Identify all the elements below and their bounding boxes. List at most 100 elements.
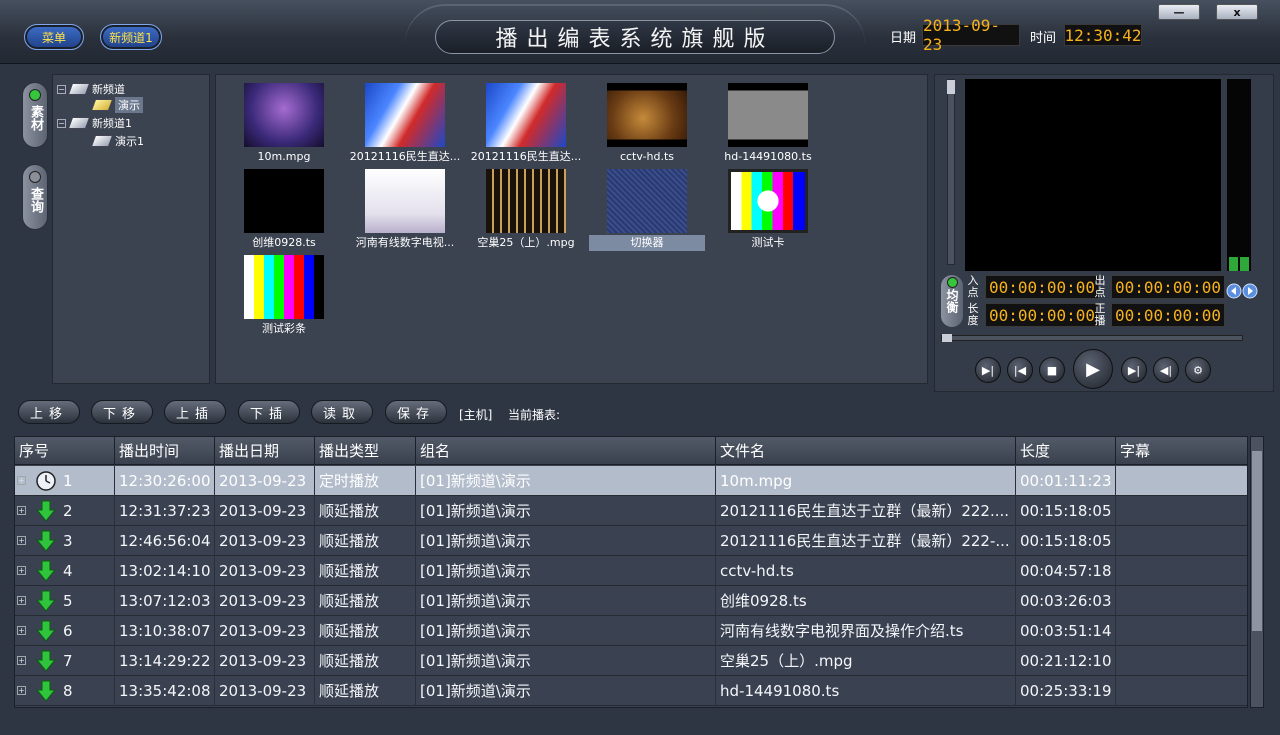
close-button[interactable]: x xyxy=(1216,4,1258,20)
collapse-icon[interactable]: − xyxy=(57,118,66,128)
tree-node-label: 演示 xyxy=(115,97,143,113)
cell-time: 12:30:26:00 xyxy=(115,466,215,496)
video-preview xyxy=(965,79,1221,271)
tree-node-demo1[interactable]: 演示1 xyxy=(90,133,144,149)
table-row[interactable]: +1 12:30:26:00 2013-09-23 定时播放 [01]新频道\演示 10m… xyxy=(15,466,1247,496)
column-header[interactable]: 文件名 xyxy=(716,437,1016,465)
cell-time: 12:46:56:04 xyxy=(115,526,215,556)
collapse-icon[interactable]: − xyxy=(57,84,66,94)
date-label: 日期 xyxy=(890,31,917,46)
row-number: 6 xyxy=(63,622,73,640)
cell-subtitle xyxy=(1116,616,1247,646)
scrollbar-thumb[interactable] xyxy=(1252,451,1262,631)
column-header[interactable]: 序号 xyxy=(15,437,115,465)
media-label: 测试卡 xyxy=(751,236,785,249)
read-button[interactable]: 读取 xyxy=(311,400,373,424)
tab-query[interactable]: 查询 xyxy=(22,164,48,230)
video-thumbnail xyxy=(486,169,566,233)
media-item[interactable]: hd-14491080.ts xyxy=(710,75,826,163)
playing-timecode: 00:00:00:00 xyxy=(1111,303,1225,327)
table-scrollbar[interactable] xyxy=(1250,436,1264,708)
set-in-button[interactable]: ▶| xyxy=(1121,357,1147,383)
settings-button[interactable]: ⚙ xyxy=(1185,357,1211,383)
audio-channel-icon[interactable] xyxy=(1225,283,1261,299)
tree-node-channel1[interactable]: − 新频道1 xyxy=(57,115,132,131)
media-item[interactable]: 测试彩条 xyxy=(226,247,342,335)
media-item[interactable]: 20121116民生直达... xyxy=(347,75,463,163)
seek-slider[interactable] xyxy=(941,334,1243,342)
set-out-button[interactable]: ◀| xyxy=(1153,357,1179,383)
cell-time: 13:07:12:03 xyxy=(115,586,215,616)
column-header[interactable]: 播出日期 xyxy=(215,437,315,465)
media-item[interactable]: 20121116民生直达... xyxy=(468,75,584,163)
cell-type: 顺延播放 xyxy=(315,496,416,526)
slider-knob[interactable] xyxy=(942,334,952,342)
cell-number: +2 xyxy=(15,496,115,526)
table-row[interactable]: +6 13:10:38:07 2013-09-23 顺延播放 [01]新频道\演示 河南有… xyxy=(15,616,1247,646)
column-header[interactable]: 长度 xyxy=(1016,437,1116,465)
mark-in-icon: ▶| xyxy=(1127,363,1141,377)
volume-slider[interactable] xyxy=(947,79,955,265)
expand-icon[interactable]: + xyxy=(17,656,26,665)
stop-button[interactable]: ■ xyxy=(1039,357,1065,383)
minimize-button[interactable]: — xyxy=(1158,4,1200,20)
table-row[interactable]: +5 13:07:12:03 2013-09-23 顺延播放 [01]新频道\演示 创维0… xyxy=(15,586,1247,616)
media-item[interactable]: 测试卡 xyxy=(710,161,826,249)
expand-icon[interactable]: + xyxy=(17,536,26,545)
tree-node-channel[interactable]: − 新频道 xyxy=(57,81,125,97)
save-button[interactable]: 保存 xyxy=(385,400,447,424)
media-item[interactable]: 创维0928.ts xyxy=(226,161,342,249)
column-header[interactable]: 字幕 xyxy=(1116,437,1247,465)
cell-file: 10m.mpg xyxy=(716,466,1016,496)
play-button[interactable]: ▶ xyxy=(1073,349,1113,389)
table-row[interactable]: +2 12:31:37:23 2013-09-23 顺延播放 [01]新频道\演示 201… xyxy=(15,496,1247,526)
disk-icon xyxy=(67,117,91,129)
balance-button[interactable]: 均衡 xyxy=(941,275,963,327)
slider-knob[interactable] xyxy=(947,80,955,94)
media-item[interactable]: 10m.mpg xyxy=(226,75,342,163)
next-frame-button[interactable]: ▶| xyxy=(975,357,1001,383)
media-item[interactable]: 切换器 xyxy=(589,161,705,251)
video-thumbnail xyxy=(607,83,687,147)
preview-panel: 均衡 入点 00:00:00:00 出点 00:00:00:00 长度 00:0… xyxy=(934,74,1274,392)
balance-label: 均衡 xyxy=(945,289,959,313)
table-row[interactable]: +3 12:46:56:04 2013-09-23 顺延播放 [01]新频道\演示 201… xyxy=(15,526,1247,556)
expand-icon[interactable]: + xyxy=(17,566,26,575)
expand-icon[interactable]: + xyxy=(17,686,26,695)
status-dot-icon xyxy=(946,277,958,288)
tree-node-demo[interactable]: 演示 xyxy=(90,97,143,113)
insert-below-button[interactable]: 下插 xyxy=(238,400,300,424)
video-thumbnail xyxy=(244,83,324,147)
video-thumbnail xyxy=(607,169,687,233)
table-row[interactable]: +7 13:14:29:22 2013-09-23 顺延播放 [01]新频道\演示 空巢2… xyxy=(15,646,1247,676)
media-label: 切换器 xyxy=(589,235,705,251)
insert-above-button[interactable]: 上插 xyxy=(164,400,226,424)
expand-icon[interactable]: + xyxy=(17,626,26,635)
cell-time: 13:35:42:08 xyxy=(115,676,215,706)
column-header[interactable]: 播出类型 xyxy=(315,437,416,465)
menu-button[interactable]: 菜单 xyxy=(24,24,84,50)
tab-material[interactable]: 素材 xyxy=(22,82,48,148)
table-row[interactable]: +8 13:35:42:08 2013-09-23 顺延播放 [01]新频道\演示 hd-… xyxy=(15,676,1247,706)
table-row[interactable]: +4 13:02:14:10 2013-09-23 顺延播放 [01]新频道\演示 cct… xyxy=(15,556,1247,586)
expand-icon[interactable]: + xyxy=(17,476,26,485)
column-header[interactable]: 播出时间 xyxy=(115,437,215,465)
expand-icon[interactable]: + xyxy=(17,506,26,515)
out-point-timecode: 00:00:00:00 xyxy=(1111,275,1225,299)
prev-button[interactable]: |◀ xyxy=(1007,357,1033,383)
video-thumbnail xyxy=(365,169,445,233)
cell-group: [01]新频道\演示 xyxy=(416,556,716,586)
media-item[interactable]: cctv-hd.ts xyxy=(589,75,705,163)
cell-date: 2013-09-23 xyxy=(215,676,315,706)
cell-number: +4 xyxy=(15,556,115,586)
column-header[interactable]: 组名 xyxy=(416,437,716,465)
expand-icon[interactable]: + xyxy=(17,596,26,605)
channel-button[interactable]: 新频道1 xyxy=(100,24,162,50)
tab-material-label: 素材 xyxy=(28,105,43,131)
media-item[interactable]: 河南有线数字电视... xyxy=(347,161,463,249)
move-down-button[interactable]: 下移 xyxy=(91,400,153,424)
move-up-button[interactable]: 上移 xyxy=(18,400,80,424)
media-browser: 10m.mpg 20121116民生直达... 20121116民生直达... … xyxy=(215,74,928,384)
media-item[interactable]: 空巢25（上）.mpg xyxy=(468,161,584,249)
time-label: 时间 xyxy=(1030,31,1057,46)
